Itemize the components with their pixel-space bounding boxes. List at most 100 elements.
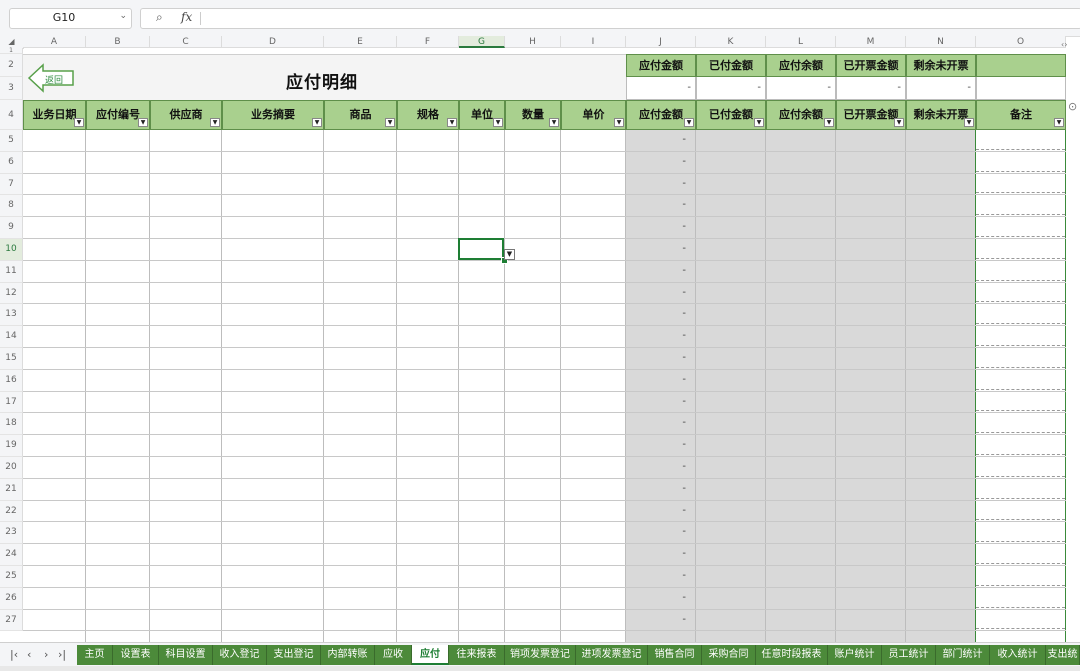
payable-amount-cell[interactable]: - xyxy=(626,287,686,298)
filter-dropdown-icon[interactable]: ▼ xyxy=(138,118,148,127)
sheet-tab[interactable]: 销售合同 xyxy=(648,645,702,665)
table-header-cell[interactable]: 单价 ▼ xyxy=(561,100,626,130)
payable-amount-cell[interactable]: - xyxy=(626,483,686,494)
last-sheet-icon[interactable]: ›| xyxy=(58,648,66,661)
row-header-20[interactable]: 20 xyxy=(0,457,23,479)
row-header-15[interactable]: 15 xyxy=(0,348,23,370)
column-header-m[interactable]: M xyxy=(836,36,906,48)
zoom-icon[interactable]: ⌕ xyxy=(156,10,163,25)
summary-header-2[interactable]: 已付金额 xyxy=(696,54,766,77)
summary-value-blank[interactable] xyxy=(976,77,1066,100)
formula-input[interactable]: ⌕ fx xyxy=(140,8,1080,29)
payable-amount-cell[interactable]: - xyxy=(626,265,686,276)
row-header-26[interactable]: 26 xyxy=(0,587,23,610)
payable-amount-cell[interactable]: - xyxy=(626,614,686,625)
row-header-4[interactable]: 4 xyxy=(0,100,23,130)
row-header-19[interactable]: 19 xyxy=(0,435,23,457)
filter-dropdown-icon[interactable]: ▼ xyxy=(754,118,764,127)
table-header-cell[interactable]: 规格 ▼ xyxy=(397,100,459,130)
active-cell-g10[interactable] xyxy=(458,238,504,260)
row-header-18[interactable]: 18 xyxy=(0,413,23,436)
payable-amount-cell[interactable]: - xyxy=(626,396,686,407)
payable-amount-cell[interactable]: - xyxy=(626,134,686,145)
payable-amount-cell[interactable]: - xyxy=(626,439,686,450)
row-header-17[interactable]: 17 xyxy=(0,391,23,414)
filter-dropdown-icon[interactable]: ▼ xyxy=(1054,118,1064,127)
sheet-tab[interactable]: 应收 xyxy=(375,645,412,665)
sheet-tab[interactable]: 任意时段报表 xyxy=(756,645,828,665)
summary-value-2[interactable]: - xyxy=(696,77,766,100)
sheet-tab[interactable]: 采购合同 xyxy=(702,645,756,665)
fx-icon[interactable]: fx xyxy=(181,10,192,24)
column-header-o[interactable]: O xyxy=(976,36,1066,48)
table-header-cell[interactable]: 数量 ▼ xyxy=(505,100,561,130)
table-header-cell[interactable]: 业务摘要 ▼ xyxy=(222,100,324,130)
payable-amount-cell[interactable]: - xyxy=(626,243,686,254)
row-header-8[interactable]: 8 xyxy=(0,195,23,218)
row-header-11[interactable]: 11 xyxy=(0,260,23,283)
payable-amount-cell[interactable]: - xyxy=(626,156,686,167)
payable-amount-cell[interactable]: - xyxy=(626,417,686,428)
prev-sheet-icon[interactable]: ‹ xyxy=(27,648,31,661)
row-header-3[interactable]: 3 xyxy=(0,77,23,100)
row-header-9[interactable]: 9 xyxy=(0,217,23,239)
sheet-tab[interactable]: 进项发票登记 xyxy=(576,645,648,665)
filter-dropdown-icon[interactable]: ▼ xyxy=(549,118,559,127)
row-header-2[interactable]: 2 xyxy=(0,54,23,77)
payable-amount-cell[interactable]: - xyxy=(626,505,686,516)
filter-dropdown-icon[interactable]: ▼ xyxy=(493,118,503,127)
table-header-cell[interactable]: 已开票金额 ▼ xyxy=(836,100,906,130)
row-header-14[interactable]: 14 xyxy=(0,326,23,348)
sheet-tab[interactable]: 部门统计 xyxy=(936,645,990,665)
column-header-j[interactable]: J xyxy=(626,36,696,48)
row-header-7[interactable]: 7 xyxy=(0,173,23,196)
column-header-a[interactable]: A xyxy=(23,36,86,48)
table-header-cell[interactable]: 应付金额 ▼ xyxy=(626,100,696,130)
summary-value-1[interactable]: - xyxy=(626,77,696,100)
summary-header-3[interactable]: 应付余额 xyxy=(766,54,836,77)
next-sheet-icon[interactable]: › xyxy=(44,648,48,661)
table-header-cell[interactable]: 业务日期 ▼ xyxy=(23,100,86,130)
row-header-16[interactable]: 16 xyxy=(0,369,23,392)
sheet-tab[interactable]: 设置表 xyxy=(113,645,159,665)
column-header-f[interactable]: F xyxy=(397,36,459,48)
back-button[interactable]: 返回 xyxy=(27,62,75,94)
summary-header-blank[interactable] xyxy=(976,54,1066,77)
table-header-cell[interactable]: 单位 ▼ xyxy=(459,100,505,130)
filter-dropdown-icon[interactable]: ▼ xyxy=(312,118,322,127)
row-header-13[interactable]: 13 xyxy=(0,304,23,327)
filter-dropdown-icon[interactable]: ▼ xyxy=(894,118,904,127)
first-sheet-icon[interactable]: |‹ xyxy=(10,648,18,661)
sheet-tab[interactable]: 账户统计 xyxy=(828,645,882,665)
sheet-tab[interactable]: 内部转账 xyxy=(321,645,375,665)
row-header-10[interactable]: 10 xyxy=(0,239,23,261)
payable-amount-cell[interactable]: - xyxy=(626,178,686,189)
table-header-cell[interactable]: 备注 ▼ xyxy=(976,100,1066,130)
table-header-cell[interactable]: 应付余额 ▼ xyxy=(766,100,836,130)
filter-dropdown-icon[interactable]: ▼ xyxy=(614,118,624,127)
filter-dropdown-icon[interactable]: ▼ xyxy=(824,118,834,127)
column-header-h[interactable]: H xyxy=(505,36,561,48)
payable-amount-cell[interactable]: - xyxy=(626,548,686,559)
payable-amount-cell[interactable]: - xyxy=(626,526,686,537)
sheet-tab[interactable]: 销项发票登记 xyxy=(505,645,576,665)
dropdown-arrow-icon[interactable]: ▼ xyxy=(504,249,515,260)
payable-amount-cell[interactable]: - xyxy=(626,570,686,581)
summary-header-5[interactable]: 剩余未开票 xyxy=(906,54,976,77)
payable-amount-cell[interactable]: - xyxy=(626,221,686,232)
column-header-i[interactable]: I xyxy=(561,36,626,48)
payable-amount-cell[interactable]: - xyxy=(626,461,686,472)
filter-dropdown-icon[interactable]: ▼ xyxy=(447,118,457,127)
sheet-tab[interactable]: 主页 xyxy=(77,645,113,665)
column-header-k[interactable]: K xyxy=(696,36,766,48)
payable-amount-cell[interactable]: - xyxy=(626,374,686,385)
row-header-22[interactable]: 22 xyxy=(0,500,23,523)
column-header-n[interactable]: N xyxy=(906,36,976,48)
sheet-tab[interactable]: 收入统计 xyxy=(990,645,1046,665)
payable-amount-cell[interactable]: - xyxy=(626,352,686,363)
column-header-d[interactable]: D xyxy=(222,36,324,48)
column-header-e[interactable]: E xyxy=(324,36,397,48)
table-header-cell[interactable]: 剩余未开票 ▼ xyxy=(906,100,976,130)
summary-value-3[interactable]: - xyxy=(766,77,836,100)
sheet-tab[interactable]: 应付 xyxy=(412,645,449,665)
